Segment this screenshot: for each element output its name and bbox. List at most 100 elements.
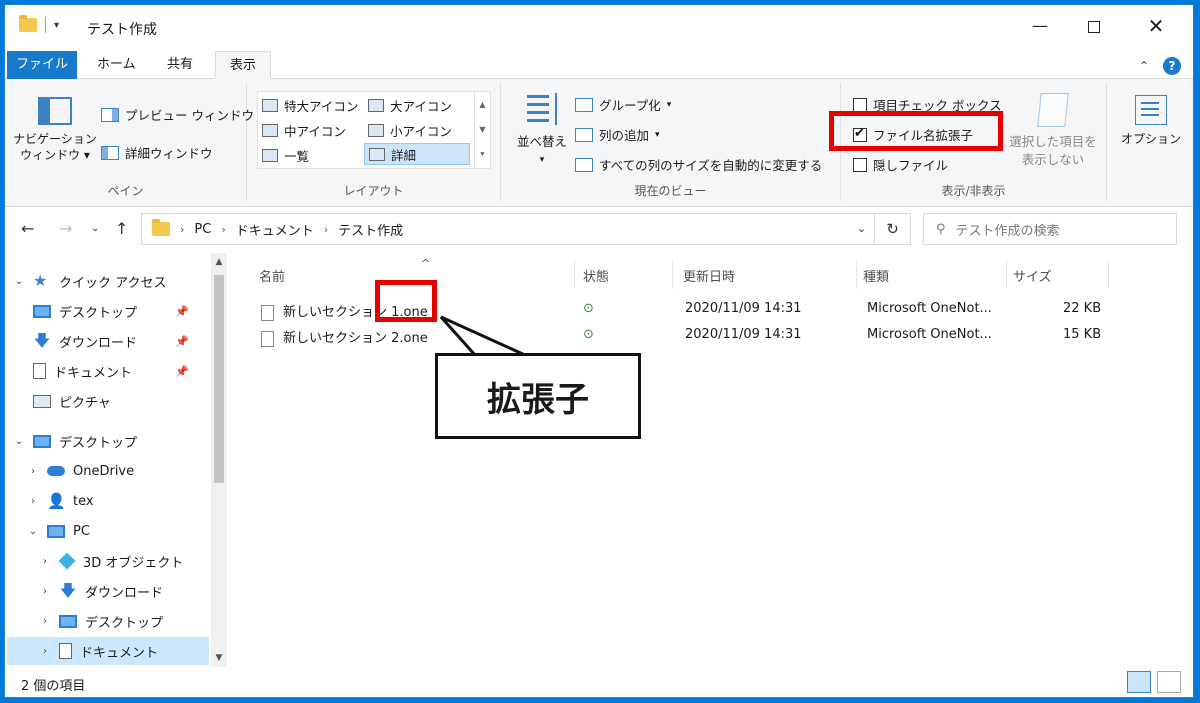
layout-details-label: 詳細: [391, 147, 417, 163]
maximize-button[interactable]: [1071, 13, 1117, 39]
collapse-chevron-icon[interactable]: ›: [39, 556, 51, 567]
expand-chevron-icon[interactable]: ⌄: [27, 526, 39, 537]
table-row[interactable]: 新しいセクション 2.one ⊙ 2020/11/09 14:31 Micros…: [253, 323, 1113, 347]
options-button[interactable]: オプション: [1115, 83, 1187, 147]
hidden-items-toggle[interactable]: 隠しファイル: [853, 155, 948, 174]
breadcrumb-separator-icon[interactable]: ›: [180, 223, 184, 236]
collapse-chevron-icon[interactable]: ›: [39, 586, 51, 597]
quick-access-toolbar: ▾: [19, 15, 59, 33]
address-bar[interactable]: › PC › ドキュメント › テスト作成 ⌄ ↻: [141, 213, 911, 245]
scroll-up-icon[interactable]: ▲: [211, 257, 227, 267]
column-header-modified[interactable]: 更新日時: [677, 261, 857, 289]
breadcrumb-separator-icon[interactable]: ›: [324, 223, 328, 236]
expand-chevron-icon[interactable]: ⌄: [13, 436, 25, 447]
help-icon[interactable]: ?: [1163, 57, 1181, 75]
tree-pc-3d-objects[interactable]: › 3D オブジェクト: [39, 547, 183, 575]
layout-small-icons[interactable]: 小アイコン: [368, 119, 452, 141]
layout-medium-icons[interactable]: 中アイコン: [262, 119, 346, 141]
group-layout: 特大アイコン 大アイコン 中アイコン 小アイコン 一覧 詳細 ▲ ▼ ⯆ レイア…: [247, 83, 501, 201]
refresh-icon[interactable]: ↻: [874, 214, 910, 244]
sync-ok-icon: ⊙: [583, 301, 594, 316]
gallery-up-icon[interactable]: ▲: [475, 92, 490, 117]
tab-home[interactable]: ホーム: [83, 51, 150, 79]
file-size: 15 KB: [1063, 327, 1102, 342]
tree-pc[interactable]: ⌄ PC: [27, 517, 90, 545]
add-columns-label: 列の追加: [599, 128, 650, 143]
tree-qa-downloads[interactable]: 🡇 ダウンロード 📌: [33, 327, 209, 355]
close-button[interactable]: ✕: [1133, 13, 1179, 39]
tree-onedrive-label: OneDrive: [73, 463, 135, 479]
details-pane-icon: [101, 145, 119, 160]
tree-qa-pictures-label: ピクチャ: [59, 395, 111, 411]
layout-gallery-scroll[interactable]: ▲ ▼ ⯆: [474, 92, 490, 168]
preview-pane-button[interactable]: プレビュー ウィンドウ: [101, 105, 254, 124]
hide-selected-button[interactable]: 選択した項目を 表示しない: [1003, 93, 1103, 169]
navigation-pane-scrollbar[interactable]: ▲ ▼: [211, 253, 227, 667]
group-by-label: グループ化: [599, 98, 661, 113]
breadcrumb-documents[interactable]: ドキュメント: [236, 220, 314, 239]
size-columns-icon: [575, 157, 593, 172]
pictures-icon: [33, 394, 51, 408]
up-arrow-icon[interactable]: ↑: [115, 219, 128, 238]
group-by-button[interactable]: グループ化 ▾: [575, 95, 671, 114]
breadcrumb-current[interactable]: テスト作成: [338, 220, 403, 239]
collapse-chevron-icon[interactable]: ›: [27, 466, 39, 477]
tree-pc-desktop[interactable]: › デスクトップ: [39, 607, 163, 635]
hidden-items-checkbox[interactable]: [853, 157, 867, 172]
breadcrumb-separator-icon[interactable]: ›: [221, 223, 225, 236]
scrollbar-thumb[interactable]: [214, 275, 224, 483]
tree-onedrive[interactable]: › OneDrive: [27, 457, 134, 485]
navigation-pane-icon: [38, 97, 72, 125]
column-header-status[interactable]: 状態: [577, 261, 673, 289]
details-view-icon[interactable]: [1127, 671, 1151, 693]
options-icon: [1135, 95, 1167, 125]
column-header-type[interactable]: 種類: [857, 261, 1007, 289]
tree-qa-documents[interactable]: ドキュメント 📌: [33, 357, 209, 385]
details-pane-button[interactable]: 詳細ウィンドウ: [101, 143, 213, 162]
desktop-icon: [33, 304, 51, 318]
recent-locations-chevron-icon[interactable]: ⌄: [91, 223, 99, 234]
gallery-more-icon[interactable]: ⯆: [475, 142, 490, 167]
layout-list[interactable]: 一覧: [262, 144, 309, 166]
tree-desktop[interactable]: ⌄ デスクトップ: [13, 427, 137, 455]
collapse-ribbon-chevron-icon[interactable]: ⌃: [1139, 59, 1149, 73]
breadcrumb-pc[interactable]: PC: [194, 222, 211, 237]
scroll-down-icon[interactable]: ▼: [211, 653, 227, 663]
layout-details[interactable]: 詳細: [364, 143, 470, 165]
layout-extra-large-icons[interactable]: 特大アイコン: [262, 94, 358, 116]
sort-label: 並べ替え: [516, 134, 567, 149]
collapse-chevron-icon[interactable]: ›: [39, 646, 51, 657]
forward-arrow-icon[interactable]: →: [59, 219, 72, 238]
tab-view[interactable]: 表示: [215, 51, 272, 79]
size-all-columns-button[interactable]: すべての列のサイズを自動的に変更する: [575, 155, 822, 174]
tree-pc-downloads[interactable]: › 🡇 ダウンロード: [39, 577, 163, 605]
tree-pc-documents[interactable]: › ドキュメント: [7, 637, 209, 665]
sort-by-button[interactable]: 並べ替え ▾: [515, 91, 569, 169]
collapse-chevron-icon[interactable]: ›: [39, 616, 51, 627]
tab-share[interactable]: 共有: [153, 51, 207, 79]
back-arrow-icon[interactable]: ←: [21, 219, 34, 238]
minimize-button[interactable]: —: [1017, 13, 1063, 39]
tree-quick-access[interactable]: ⌄ ★ クイック アクセス: [13, 267, 167, 295]
tab-file[interactable]: ファイル: [7, 51, 77, 79]
collapse-chevron-icon[interactable]: ›: [27, 496, 39, 507]
ribbon-tabs: ファイル ホーム 共有 表示 ⌃ ?: [5, 47, 1193, 79]
search-box[interactable]: ⚲ テスト作成の検索: [923, 213, 1177, 245]
add-columns-button[interactable]: 列の追加 ▾: [575, 125, 660, 144]
layout-large-icons[interactable]: 大アイコン: [368, 94, 452, 116]
tree-qa-pictures[interactable]: ピクチャ: [33, 387, 111, 415]
status-bar: 2 個の項目: [5, 669, 1193, 697]
navigation-pane-button[interactable]: ナビゲーション ウィンドウ ▾: [13, 97, 97, 163]
add-columns-icon: [575, 127, 593, 142]
group-options: オプション: [1107, 83, 1195, 201]
column-header-size[interactable]: サイズ: [1007, 261, 1109, 289]
address-history-chevron-icon[interactable]: ⌄: [857, 222, 866, 235]
tree-qa-desktop[interactable]: デスクトップ 📌: [33, 297, 209, 325]
extra-large-icons-icon: [262, 98, 278, 112]
tree-user[interactable]: › 👤 tex: [27, 487, 94, 515]
customize-toolbar-chevron-icon[interactable]: ▾: [54, 20, 59, 31]
expand-chevron-icon[interactable]: ⌄: [13, 276, 25, 287]
item-checkboxes-checkbox[interactable]: [853, 97, 867, 112]
gallery-down-icon[interactable]: ▼: [475, 117, 490, 142]
large-icons-view-icon[interactable]: [1157, 671, 1181, 693]
